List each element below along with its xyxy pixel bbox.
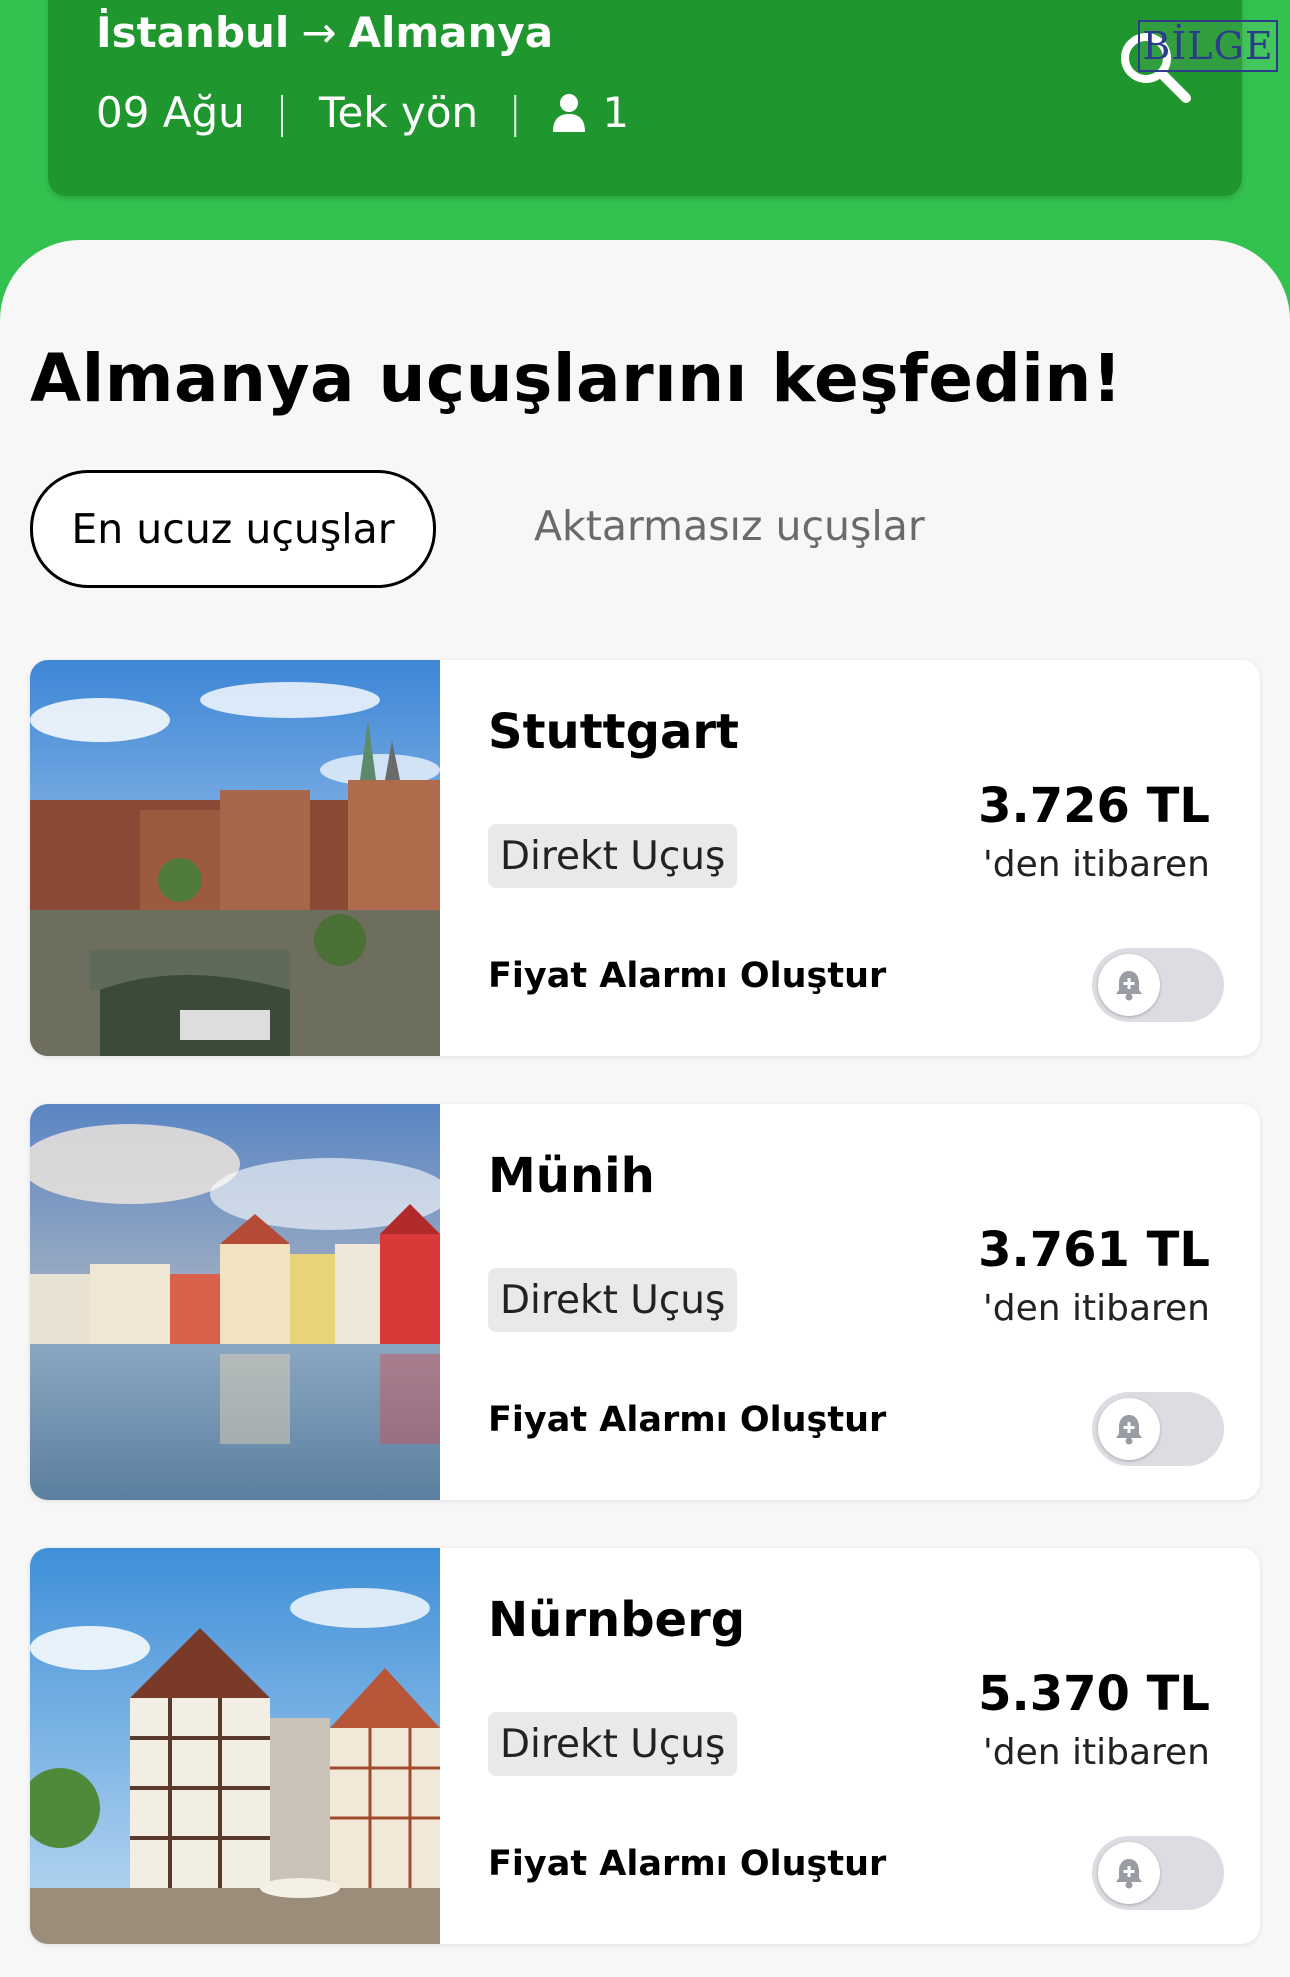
route-arrow: →: [301, 8, 337, 57]
price-suffix: 'den itibaren: [982, 844, 1210, 885]
meta-separator: |: [508, 87, 523, 137]
tab-nonstop-flights[interactable]: Aktarmasız uçuşlar: [534, 470, 925, 582]
trip-type: Tek yön: [318, 87, 479, 137]
price-alarm-label: Fiyat Alarmı Oluştur: [488, 1400, 887, 1440]
stuttgart-image: [30, 660, 440, 1056]
price-alarm-toggle[interactable]: [1092, 1392, 1224, 1466]
price-value: 3.726 TL: [978, 778, 1210, 834]
destination-card-munich[interactable]: Münih Direkt Uçuş 3.761 TL 'den itibaren…: [30, 1104, 1260, 1500]
bell-plus-icon: [1116, 1859, 1142, 1889]
price-alarm-toggle[interactable]: [1092, 948, 1224, 1022]
toggle-knob: [1098, 954, 1160, 1016]
trip-date: 09 Ağu: [96, 87, 245, 137]
bell-plus-icon: [1116, 971, 1142, 1001]
person-icon: [553, 94, 586, 132]
bell-plus-icon: [1116, 1415, 1142, 1445]
destination-card-stuttgart[interactable]: Stuttgart Direkt Uçuş 3.726 TL 'den itib…: [30, 660, 1260, 1056]
page-title: Almanya uçuşlarını keşfedin!: [30, 340, 1123, 417]
meta-separator: |: [274, 87, 289, 137]
price-value: 3.761 TL: [978, 1222, 1210, 1278]
toggle-knob: [1098, 1398, 1160, 1460]
trip-meta: 09 Ağu | Tek yön | 1: [96, 84, 629, 140]
nuremberg-image: [30, 1548, 440, 1944]
direct-flight-badge: Direkt Uçuş: [488, 1268, 738, 1332]
city-name: Münih: [488, 1148, 655, 1204]
city-name: Stuttgart: [488, 704, 739, 760]
direct-flight-badge: Direkt Uçuş: [488, 824, 738, 888]
direct-flight-badge: Direkt Uçuş: [488, 1712, 738, 1776]
price-suffix: 'den itibaren: [982, 1288, 1210, 1329]
price-alarm-label: Fiyat Alarmı Oluştur: [488, 956, 887, 996]
destination-label: Almanya: [348, 8, 554, 57]
route-title: İstanbul → Almanya: [96, 8, 553, 57]
price-alarm-label: Fiyat Alarmı Oluştur: [488, 1844, 887, 1884]
watermark-text: BİLGE: [1142, 24, 1274, 68]
munich-image: [30, 1104, 440, 1500]
toggle-knob: [1098, 1842, 1160, 1904]
price-alarm-toggle[interactable]: [1092, 1836, 1224, 1910]
tab-cheapest-flights[interactable]: En ucuz uçuşlar: [30, 470, 436, 588]
price-value: 5.370 TL: [978, 1666, 1210, 1722]
origin-label: İstanbul: [96, 8, 290, 57]
price-suffix: 'den itibaren: [982, 1732, 1210, 1773]
watermark-logo: BİLGE: [1138, 20, 1278, 72]
city-name: Nürnberg: [488, 1592, 746, 1648]
passenger-count: 1: [602, 87, 630, 137]
search-summary-card[interactable]: İstanbul → Almanya 09 Ağu | Tek yön | 1: [48, 0, 1242, 196]
destination-card-nuremberg[interactable]: Nürnberg Direkt Uçuş 5.370 TL 'den itiba…: [30, 1548, 1260, 1944]
